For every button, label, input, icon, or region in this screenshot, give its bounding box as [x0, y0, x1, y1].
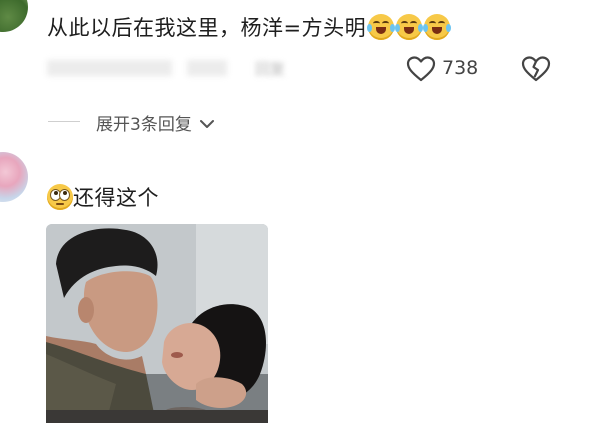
expand-replies-label: 展开3条回复 — [96, 115, 192, 135]
blurred-timestamp — [47, 60, 172, 76]
blurred-location — [187, 60, 227, 76]
broken-heart-icon — [521, 56, 551, 82]
like-count: 738 — [442, 57, 479, 79]
chevron-down-icon — [200, 120, 215, 128]
heart-icon — [406, 56, 436, 82]
comment-image[interactable] — [46, 224, 268, 423]
comment-text: 还得这个 — [47, 182, 159, 212]
laugh-cry-emoji — [395, 14, 424, 40]
comment-body: 还得这个 — [73, 186, 159, 210]
expand-replies-button[interactable]: 展开3条回复 — [96, 110, 215, 135]
reply-divider — [48, 121, 80, 122]
laugh-cry-emoji — [367, 14, 396, 40]
like-button[interactable] — [406, 55, 436, 83]
reply-link[interactable]: 回复 — [255, 58, 285, 79]
movie-still-image — [46, 224, 268, 423]
eye-roll-emoji — [47, 184, 73, 210]
dislike-button[interactable] — [521, 55, 551, 83]
comment-body: 从此以后在我这里，杨洋=方头明 — [47, 16, 367, 40]
avatar[interactable] — [0, 0, 28, 32]
avatar[interactable] — [0, 152, 28, 202]
laugh-cry-emoji — [423, 14, 452, 40]
comment-text: 从此以后在我这里，杨洋=方头明 — [47, 12, 452, 42]
